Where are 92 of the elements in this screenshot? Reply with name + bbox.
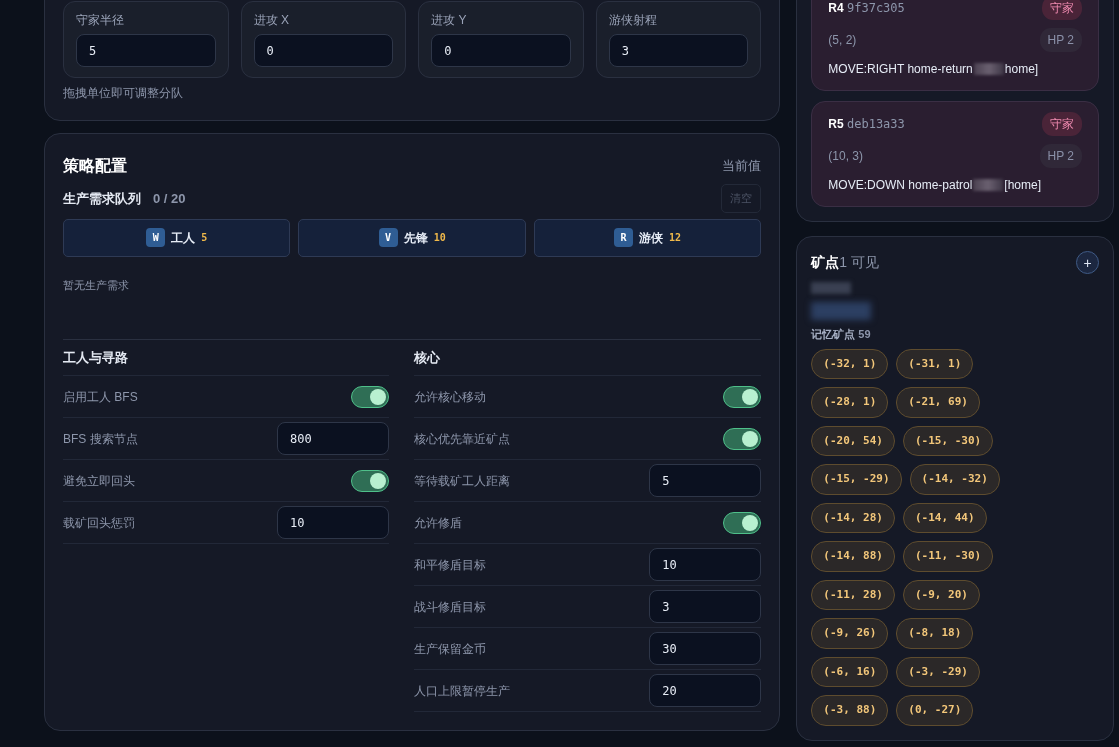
cost-value: 5 <box>201 231 208 245</box>
section-title: 核心 <box>414 340 762 376</box>
input-field[interactable]: 10 <box>649 548 762 581</box>
redacted-blur <box>973 179 1004 191</box>
visible-count: 1 可见 <box>839 254 879 270</box>
unit-button[interactable]: W 工人 5 <box>63 218 291 257</box>
setting-label: BFS 搜索节点 <box>63 430 138 448</box>
ore-chip[interactable]: (-15, -30) <box>902 425 994 456</box>
input-field[interactable]: 3 <box>649 590 762 623</box>
ore-title: 矿点 <box>811 254 840 270</box>
command-text: MOVE:RIGHT home-return <box>828 61 973 78</box>
input-field[interactable]: 800 <box>277 422 389 455</box>
ore-chip[interactable]: (-3, 88) <box>811 695 889 726</box>
memory-count: 59 <box>858 328 871 340</box>
input-field[interactable]: 0 <box>431 34 571 67</box>
setting-label: 启用工人 BFS <box>63 388 138 406</box>
toggle-switch[interactable] <box>723 385 762 408</box>
setting-label: 核心优先靠近矿点 <box>414 430 510 448</box>
current-value-label: 当前值 <box>722 157 762 176</box>
ore-chip[interactable]: (-11, 28) <box>811 579 895 610</box>
ore-chip[interactable]: (-9, 20) <box>902 579 980 610</box>
hp-badge: HP 2 <box>1039 144 1082 168</box>
toggle-switch[interactable] <box>351 469 389 492</box>
field-label: 守家半径 <box>76 12 124 29</box>
ore-chip[interactable]: (-14, 88) <box>811 541 895 572</box>
redacted-blur <box>811 302 872 320</box>
ore-chip[interactable]: (-31, 1) <box>896 348 974 379</box>
ore-chip[interactable]: (-28, 1) <box>811 387 889 418</box>
setting-label: 载矿回头惩罚 <box>63 514 135 532</box>
input-field[interactable]: 5 <box>649 464 762 497</box>
ore-chip[interactable]: (-32, 1) <box>811 348 889 379</box>
ore-chip[interactable]: (-15, -29) <box>811 464 902 495</box>
section-title: 工人与寻路 <box>63 340 389 376</box>
input-field[interactable]: 10 <box>277 506 389 539</box>
ore-chip[interactable]: (-14, 44) <box>902 502 987 533</box>
unit-hash: 9f37c305 <box>847 1 905 15</box>
cost-value: 10 <box>433 231 446 245</box>
position-text: (5, 2) <box>828 32 857 49</box>
redacted-blur <box>973 63 1004 75</box>
unit-id: R4 <box>828 1 844 15</box>
toggle-switch[interactable] <box>723 427 762 450</box>
ore-chip[interactable]: (0, -27) <box>896 695 974 726</box>
ore-chip[interactable]: (-11, -30) <box>902 541 994 572</box>
toggle-switch[interactable] <box>723 511 762 534</box>
setting-label: 避免立即回头 <box>63 472 135 490</box>
unit-button[interactable]: V 先锋 10 <box>298 218 526 257</box>
input-field[interactable]: 30 <box>649 632 762 665</box>
queue-count: 0 / 20 <box>153 189 186 208</box>
key-icon: V <box>378 228 398 247</box>
role-badge: 守家 <box>1042 0 1082 20</box>
input-field[interactable]: 0 <box>253 34 394 67</box>
input-field[interactable]: 5 <box>76 34 216 67</box>
input-field[interactable]: 20 <box>649 674 762 707</box>
toggle-switch[interactable] <box>351 385 389 408</box>
ore-chip[interactable]: (-14, 28) <box>811 502 895 533</box>
command-text: [home] <box>1004 177 1041 194</box>
empty-queue-text: 暂无生产需求 <box>63 277 130 293</box>
setting-label: 战斗修盾目标 <box>414 598 486 616</box>
add-button[interactable]: + <box>1076 251 1099 274</box>
key-icon: W <box>146 228 166 247</box>
setting-label: 和平修盾目标 <box>414 556 486 574</box>
ore-chip[interactable]: (-20, 54) <box>811 425 895 456</box>
memory-label: 记忆矿点 <box>811 328 856 340</box>
setting-label: 生产保留金币 <box>414 640 486 658</box>
input-field[interactable]: 3 <box>608 34 749 67</box>
position-text: (10, 3) <box>828 148 863 165</box>
panel-title: 策略配置 <box>63 156 127 176</box>
field-label: 游侠射程 <box>608 12 657 29</box>
cost-value: 12 <box>669 231 682 245</box>
hint-text: 拖拽单位即可调整分队 <box>63 85 184 102</box>
unit-hash: deb13a33 <box>847 117 905 131</box>
queue-title: 生产需求队列 <box>63 189 141 208</box>
unit-button[interactable]: R 游侠 12 <box>533 218 762 257</box>
ore-chip[interactable]: (-8, 18) <box>896 618 974 649</box>
field-label: 进攻 Y <box>431 12 467 29</box>
setting-label: 允许修盾 <box>414 514 462 532</box>
ore-chip[interactable]: (-6, 16) <box>811 656 889 687</box>
setting-label: 人口上限暂停生产 <box>414 682 510 700</box>
ore-chip[interactable]: (-3, -29) <box>896 656 980 687</box>
ore-chip[interactable]: (-9, 26) <box>811 618 889 649</box>
role-badge: 守家 <box>1042 112 1082 136</box>
hp-badge: HP 2 <box>1039 28 1082 52</box>
command-text: MOVE:DOWN home-patrol <box>828 177 973 194</box>
key-icon: R <box>614 228 634 247</box>
field-label: 进攻 X <box>253 12 289 29</box>
ore-chip[interactable]: (-21, 69) <box>896 387 980 418</box>
command-text: home] <box>1004 61 1039 78</box>
redacted-blur <box>811 282 852 294</box>
unit-id: R5 <box>828 117 844 131</box>
ore-chip[interactable]: (-14, -32) <box>909 464 1000 495</box>
setting-label: 等待载矿工人距离 <box>414 472 510 490</box>
setting-label: 允许核心移动 <box>414 388 486 406</box>
